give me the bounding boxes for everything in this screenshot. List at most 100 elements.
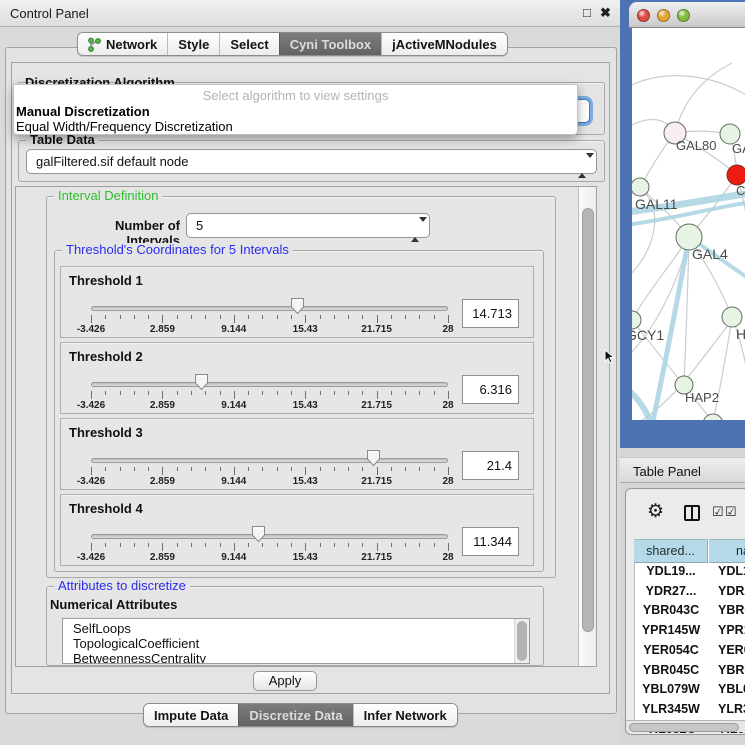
apply-button[interactable]: Apply (253, 671, 317, 691)
algorithm-option-equal-width[interactable]: Equal Width/Frequency Discretization (16, 119, 233, 134)
threshold-value-field[interactable]: 14.713 (462, 299, 519, 328)
table-cell[interactable]: YDL19... (634, 564, 708, 578)
threshold-slider-track[interactable] (91, 458, 448, 463)
attribute-list-item[interactable]: SelfLoops (63, 621, 529, 636)
column-header-name[interactable]: na (709, 539, 745, 563)
table-cell[interactable]: YBL079W (634, 682, 708, 696)
table-cell[interactable]: YBR0 (718, 663, 745, 677)
tick-mark (362, 467, 363, 471)
num-intervals-combobox[interactable]: 5 (186, 213, 430, 238)
table-data-combobox[interactable]: galFiltered.sif default node (26, 149, 597, 174)
table-cell[interactable]: YBR0 (718, 603, 745, 617)
table-cell[interactable]: YBL0 (718, 682, 745, 696)
tab-impute-data[interactable]: Impute Data (144, 704, 238, 726)
tick-mark (334, 391, 335, 395)
tab-discretize-data[interactable]: Discretize Data (238, 704, 352, 726)
tick-mark (148, 543, 149, 547)
table-cell[interactable]: YDR27... (634, 584, 708, 598)
threshold-slider-track[interactable] (91, 382, 448, 387)
settings-vertical-scrollbar[interactable] (578, 187, 596, 666)
split-pane-icon[interactable] (684, 505, 700, 521)
table-cell[interactable]: YDL1 (718, 564, 745, 578)
tab-label: Cyni Toolbox (290, 37, 371, 52)
network-node-label: GAL11 (635, 196, 678, 212)
table-cell[interactable]: YBR045C (634, 663, 708, 677)
scrollbar-thumb[interactable] (582, 208, 594, 632)
tick-mark (362, 315, 363, 319)
tick-mark (348, 543, 349, 547)
network-node[interactable] (722, 307, 742, 327)
tick-label: 9.144 (221, 400, 246, 411)
attribute-list-item[interactable]: TopologicalCoefficient (63, 636, 529, 651)
tick-mark (320, 543, 321, 547)
table-cell[interactable]: YBR043C (634, 603, 708, 617)
tick-mark (205, 391, 206, 395)
table-data-combobox-value: galFiltered.sif default node (36, 154, 188, 169)
table-cell[interactable]: YLR3 (718, 702, 745, 716)
threshold-slider-thumb[interactable] (194, 373, 209, 391)
tab-style[interactable]: Style (167, 33, 219, 55)
tick-label: 2.859 (150, 324, 175, 335)
table-cell[interactable]: YLR345W (634, 702, 708, 716)
tick-mark (291, 315, 292, 319)
tick-label: 15.43 (293, 400, 318, 411)
tick-label: 28 (442, 400, 453, 411)
gear-icon[interactable]: ⚙ (647, 502, 664, 521)
tick-mark (448, 315, 449, 323)
table-cell[interactable]: YPR1 (718, 623, 745, 637)
attribute-list-item[interactable]: BetweennessCentrality (63, 651, 529, 664)
tab-cyni-toolbox[interactable]: Cyni Toolbox (279, 33, 381, 55)
tick-mark (434, 543, 435, 547)
attributes-list-scrollbar[interactable] (514, 619, 529, 663)
algorithm-option-manual[interactable]: Manual Discretization (16, 104, 150, 119)
threshold-slider-thumb[interactable] (290, 297, 305, 315)
threshold-box-2: Threshold 2-3.4262.8599.14415.4321.71528… (60, 342, 534, 414)
numerical-attributes-list[interactable]: SelfLoopsTopologicalCoefficientBetweenne… (62, 618, 530, 664)
table-cell[interactable]: YER054C (634, 643, 708, 657)
tick-mark (277, 467, 278, 471)
threshold-slider-thumb[interactable] (366, 449, 381, 467)
network-canvas[interactable]: GAL80GACGAL11GAL4GCY1HHAP2 (632, 28, 745, 420)
tick-label: -3.426 (77, 324, 105, 335)
threshold-value-field[interactable]: 11.344 (462, 527, 519, 556)
tab-infer-network[interactable]: Infer Network (353, 704, 457, 726)
tick-mark (405, 467, 406, 471)
table-panel-titlebar: Table Panel (620, 457, 745, 483)
table-cell[interactable]: YDR2 (718, 584, 745, 598)
network-node[interactable] (727, 165, 745, 185)
tick-mark (320, 467, 321, 471)
threshold-value-field[interactable]: 6.316 (462, 375, 519, 404)
tab-network[interactable]: Network (78, 33, 167, 55)
close-icon[interactable]: ✖ (600, 5, 611, 21)
network-window-titlebar[interactable] (629, 2, 745, 28)
threshold-slider-track[interactable] (91, 534, 448, 539)
scrollbar-thumb[interactable] (629, 723, 739, 732)
threshold-slider-thumb[interactable] (251, 525, 266, 543)
zoom-traffic-light[interactable] (677, 9, 690, 22)
tab-select[interactable]: Select (219, 33, 278, 55)
threshold-slider-track[interactable] (91, 306, 448, 311)
float-window-icon[interactable]: □ (583, 5, 591, 20)
table-horizontal-scrollbar[interactable] (626, 720, 745, 732)
network-icon (88, 37, 101, 52)
tick-mark (377, 467, 378, 475)
tick-mark (448, 543, 449, 551)
network-node[interactable] (703, 414, 723, 420)
tick-mark (134, 315, 135, 319)
table-cell[interactable]: YER0 (718, 643, 745, 657)
tick-mark (391, 467, 392, 471)
column-header-shared-name[interactable]: shared... (634, 539, 708, 563)
tick-mark (105, 391, 106, 395)
network-node[interactable] (632, 178, 649, 196)
checkbox-icon[interactable]: ☑ (712, 504, 724, 520)
tick-mark (320, 391, 321, 395)
minimize-traffic-light[interactable] (657, 9, 670, 22)
tick-mark (205, 315, 206, 319)
checkbox-icon[interactable]: ☑ (725, 504, 737, 520)
tick-mark (248, 467, 249, 471)
close-traffic-light[interactable] (637, 9, 650, 22)
table-cell[interactable]: YPR145W (634, 623, 708, 637)
tab-jactivemnodules[interactable]: jActiveMNodules (381, 33, 507, 55)
tick-mark (277, 391, 278, 395)
threshold-value-field[interactable]: 21.4 (462, 451, 519, 480)
